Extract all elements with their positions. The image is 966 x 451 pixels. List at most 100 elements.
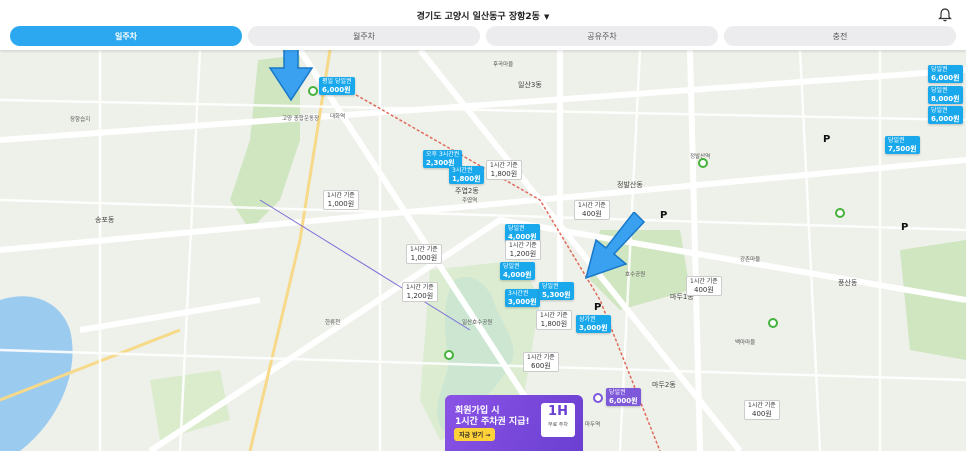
map-label: 고양 종합운동장 bbox=[282, 116, 320, 122]
parking-price-label[interactable]: 당일권 6,000원 bbox=[606, 388, 641, 406]
map-label: 송포동 bbox=[95, 216, 115, 224]
tab-monthly[interactable]: 월주차 bbox=[248, 26, 480, 46]
parking-price-label[interactable]: 상가권 3,000원 bbox=[576, 315, 611, 333]
price-title: 상가권 bbox=[579, 316, 596, 323]
price-value: 1,800원 bbox=[452, 175, 481, 183]
parking-price-label[interactable]: 평일 당일권 6,000원 bbox=[319, 77, 355, 95]
price-title: 당일권 bbox=[931, 66, 948, 73]
coupon-small-text: 무료 주차 bbox=[548, 422, 568, 428]
parking-price-label[interactable]: 당일권 4,000원 bbox=[500, 262, 535, 280]
map-pin-icon[interactable] bbox=[593, 393, 603, 403]
hourly-value: 1,200원 bbox=[406, 292, 434, 300]
price-title: 당일권 bbox=[503, 263, 520, 270]
parking-price-label[interactable]: 당일권 6,000원 bbox=[928, 65, 963, 83]
banner-cta-button[interactable]: 지금 받기 → bbox=[454, 428, 496, 441]
map-pin-icon[interactable] bbox=[698, 158, 708, 168]
map-label: 일산3동 bbox=[518, 81, 542, 89]
price-value: 6,000원 bbox=[609, 397, 638, 405]
price-title: 당일권 bbox=[542, 283, 559, 290]
hourly-value: 400원 bbox=[752, 410, 772, 418]
map-label: 백마마을 bbox=[735, 340, 756, 346]
parking-icon[interactable]: P bbox=[660, 210, 667, 221]
map-label: 마두2동 bbox=[652, 381, 676, 389]
hourly-price-label[interactable]: 1시간 기준 600원 bbox=[523, 352, 559, 372]
hourly-value: 1,000원 bbox=[327, 200, 355, 208]
parking-price-label[interactable]: 3시간권 3,000원 bbox=[505, 289, 540, 307]
coupon-big-text: 1H bbox=[548, 404, 568, 419]
parking-price-label[interactable]: 당일권 5,300원 bbox=[539, 282, 574, 300]
hourly-title: 1시간 기준 bbox=[690, 278, 718, 285]
hourly-title: 1시간 기준 bbox=[540, 312, 568, 319]
hourly-title: 1시간 기준 bbox=[748, 402, 776, 409]
parking-price-label[interactable]: 당일권 7,500원 bbox=[885, 136, 920, 154]
price-title: 3시간권 bbox=[508, 290, 529, 297]
hourly-title: 1시간 기준 bbox=[527, 354, 555, 361]
coupon-icon: 1H 무료 주차 bbox=[541, 403, 575, 437]
hourly-title: 1시간 기준 bbox=[327, 192, 355, 199]
price-title: 당일권 bbox=[609, 389, 626, 396]
price-value: 7,500원 bbox=[888, 145, 917, 153]
price-value: 3,000원 bbox=[508, 298, 537, 306]
hourly-price-label[interactable]: 1시간 기준 1,000원 bbox=[406, 244, 442, 264]
map-label: 마두역 bbox=[585, 422, 601, 428]
hourly-value: 1,200원 bbox=[509, 250, 537, 258]
hourly-price-label[interactable]: 1시간 기준 1,800원 bbox=[536, 310, 572, 330]
banner-line2: 1시간 주차권 지급! bbox=[455, 417, 530, 427]
price-title: 당일권 bbox=[888, 137, 905, 144]
parking-price-label[interactable]: 당일권 6,000원 bbox=[928, 106, 963, 124]
map-view[interactable]: 일산3동 주엽2동 정발산동 마두1동 마두2동 풍산동 송포동 한류천 후곡마… bbox=[0, 0, 966, 451]
price-value: 3,000원 bbox=[579, 324, 608, 332]
map-label: 강촌마을 bbox=[740, 257, 761, 263]
hourly-title: 1시간 기준 bbox=[490, 162, 518, 169]
map-pin-icon[interactable] bbox=[444, 350, 454, 360]
price-title: 당일권 bbox=[931, 87, 948, 94]
parking-icon[interactable]: P bbox=[823, 134, 830, 145]
map-label: 후곡마을 bbox=[493, 62, 514, 68]
hourly-price-label[interactable]: 1시간 기준 1,800원 bbox=[486, 160, 522, 180]
hourly-value: 1,800원 bbox=[490, 170, 518, 178]
tab-daily[interactable]: 일주차 bbox=[10, 26, 242, 46]
hourly-price-label[interactable]: 1시간 기준 400원 bbox=[686, 276, 722, 296]
parking-icon[interactable]: P bbox=[594, 302, 601, 313]
hourly-price-label[interactable]: 1시간 기준 1,200원 bbox=[505, 240, 541, 260]
price-title: 오후 3시간권 bbox=[426, 151, 460, 158]
hourly-title: 1시간 기준 bbox=[410, 246, 438, 253]
map-pin-icon[interactable] bbox=[768, 318, 778, 328]
hourly-value: 600원 bbox=[531, 362, 551, 370]
map-label: 일산호수공원 bbox=[462, 320, 493, 326]
price-value: 6,000원 bbox=[931, 115, 960, 123]
promo-banner[interactable]: 회원가입 시 1시간 주차권 지급! 지금 받기 → 1H 무료 주차 bbox=[445, 395, 583, 451]
price-title: 당일권 bbox=[508, 225, 525, 232]
hourly-price-label[interactable]: 1시간 기준 1,200원 bbox=[402, 282, 438, 302]
bell-icon[interactable] bbox=[938, 8, 952, 22]
tab-charging[interactable]: 충전 bbox=[724, 26, 956, 46]
hourly-value: 1,800원 bbox=[540, 320, 568, 328]
hourly-title: 1시간 기준 bbox=[578, 202, 606, 209]
tab-shared[interactable]: 공유주차 bbox=[486, 26, 718, 46]
hourly-value: 400원 bbox=[694, 286, 714, 294]
map-pin-icon[interactable] bbox=[835, 208, 845, 218]
parking-price-label[interactable]: 당일권 8,000원 bbox=[928, 86, 963, 104]
price-value: 4,000원 bbox=[503, 271, 532, 279]
location-selector[interactable]: 경기도 고양시 일산동구 장항2동 ▼ bbox=[0, 9, 966, 22]
price-title: 당일권 bbox=[931, 107, 948, 114]
map-canvas bbox=[0, 0, 966, 451]
arrow-icon bbox=[584, 212, 646, 280]
map-label: 대화역 bbox=[330, 114, 346, 120]
map-label: 주엽역 bbox=[462, 198, 478, 204]
price-value: 6,000원 bbox=[322, 86, 351, 94]
hourly-title: 1시간 기준 bbox=[509, 242, 537, 249]
price-value: 6,000원 bbox=[931, 74, 960, 82]
price-title: 3시간권 bbox=[452, 167, 473, 174]
map-label: 주엽2동 bbox=[455, 187, 479, 195]
price-value: 5,300원 bbox=[542, 291, 571, 299]
parking-price-label[interactable]: 3시간권 1,800원 bbox=[449, 166, 484, 184]
hourly-price-label[interactable]: 1시간 기준 1,000원 bbox=[323, 190, 359, 210]
map-label: 장항습지 bbox=[70, 117, 91, 123]
hourly-title: 1시간 기준 bbox=[406, 284, 434, 291]
chevron-down-icon: ▼ bbox=[543, 13, 550, 21]
hourly-price-label[interactable]: 1시간 기준 400원 bbox=[744, 400, 780, 420]
top-bar: 경기도 고양시 일산동구 장항2동 ▼ 일주차 월주차 공유주차 충전 bbox=[0, 0, 966, 50]
price-value: 8,000원 bbox=[931, 95, 960, 103]
parking-icon[interactable]: P bbox=[901, 222, 908, 233]
